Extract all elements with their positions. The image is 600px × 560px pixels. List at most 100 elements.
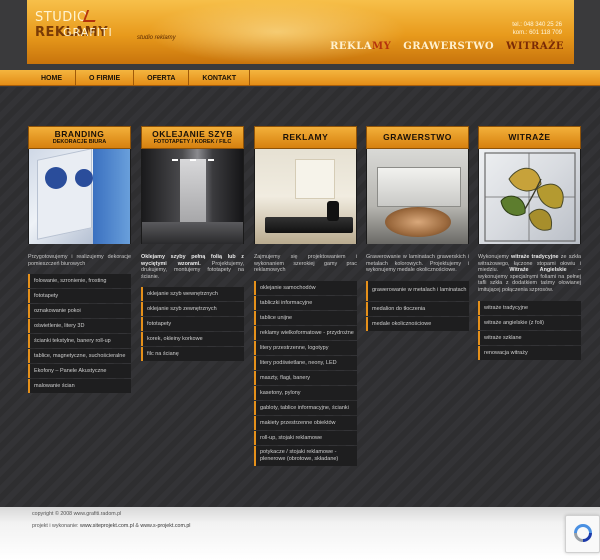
image-logo-circle: [75, 169, 93, 187]
column-list: witraże tradycyjne witraże angielskie (z…: [478, 300, 581, 360]
list-item[interactable]: fototapety: [141, 317, 244, 332]
description-text: Wykonujemy: [478, 254, 512, 260]
image-lamp: [190, 159, 196, 161]
column-list: folowanie, szronienie, frosting fototape…: [28, 274, 131, 394]
oklejanie-szyb-image[interactable]: [141, 149, 244, 244]
header-contact: tel.: 048 340 25 26 kom.: 601 118 709: [512, 21, 562, 37]
column-description: Przygotowujemy i realizujemy dekoracje p…: [28, 254, 131, 267]
column-subtitle: DEKORACJE BIURA: [52, 138, 107, 145]
header-link-reklamy-b: MY: [372, 41, 392, 52]
list-item[interactable]: oklejanie samochodów: [254, 280, 357, 295]
column-header[interactable]: REKLAMY: [254, 126, 357, 149]
footer-link-siteprojekt[interactable]: www.siteprojekt.com.pl: [80, 523, 134, 529]
header-tagline: studio reklamy: [137, 35, 176, 41]
list-item[interactable]: tabliczki informacyjne: [254, 295, 357, 310]
list-item[interactable]: medalion do tłoczenia: [366, 301, 469, 316]
list-item[interactable]: maszty, flagi, banery: [254, 370, 357, 385]
column-list: oklejanie samochodów tabliczki informacy…: [254, 280, 357, 466]
header-link-reklamy[interactable]: REKLAMY: [330, 41, 391, 52]
column-oklejanie-szyb: OKLEJANIE SZYB FOTOTAPETY / KOREK / FILC…: [141, 126, 244, 362]
list-item[interactable]: folowanie, szronienie, frosting: [28, 274, 131, 289]
main-nav: HOME O FIRMIE OFERTA KONTAKT: [27, 70, 251, 86]
image-desk: [265, 217, 353, 233]
nav-oferta[interactable]: OFERTA: [134, 70, 190, 86]
list-item[interactable]: reklamy wielkoformatowe - przydrożne: [254, 325, 357, 340]
column-reklamy: REKLAMY Zajmujemy się projektowaniem i w…: [254, 126, 357, 467]
header-links: REKLAMY GRAWERSTWO WITRAŻE: [330, 41, 564, 52]
column-description: Oklejamy szyby pełną folią lub z wycięty…: [141, 254, 244, 280]
column-description: Zajmujemy się projektowaniem i wykonanie…: [254, 254, 357, 274]
list-item[interactable]: renowacja witraży: [478, 345, 581, 360]
list-item[interactable]: oklejanie szyb zewnętrznych: [141, 302, 244, 317]
list-item[interactable]: litery podświetlane, neony, LED: [254, 355, 357, 370]
image-lamp: [172, 159, 178, 161]
column-list: oklejanie szyb wewnętrznych oklejanie sz…: [141, 287, 244, 362]
list-item[interactable]: litery przestrzenne, logotypy: [254, 340, 357, 355]
list-item[interactable]: kasetony, pylony: [254, 385, 357, 400]
image-disc: [385, 207, 451, 237]
list-item[interactable]: grawerowanie w metalach i laminatach: [366, 280, 469, 301]
image-wall: [295, 159, 335, 199]
site-header: STUDIO REKLAMY GRAFITI studio reklamy te…: [27, 0, 574, 64]
column-header[interactable]: OKLEJANIE SZYB FOTOTAPETY / KOREK / FILC: [141, 126, 244, 149]
header-link-witraze[interactable]: WITRAŻE: [506, 41, 564, 52]
recaptcha-badge[interactable]: [565, 515, 600, 553]
list-item[interactable]: witraże angielskie (z foli): [478, 315, 581, 330]
image-floor: [142, 222, 243, 244]
column-header[interactable]: WITRAŻE: [478, 126, 581, 149]
list-item[interactable]: fototapety: [28, 289, 131, 304]
reklamy-image[interactable]: [254, 149, 357, 244]
logo-grafiti: GRAFITI: [63, 26, 113, 39]
list-item[interactable]: malowanie ścian: [28, 379, 131, 394]
footer-copyright: copyright © 2008 www.grafiti.radom.pl: [32, 511, 122, 517]
contact-phone: tel.: 048 340 25 26: [512, 22, 562, 28]
list-item[interactable]: oświetlenie, litery 3D: [28, 319, 131, 334]
recaptcha-icon: [574, 524, 592, 542]
contact-mobile: kom.: 601 118 709: [512, 30, 562, 36]
header-link-grawerstwo[interactable]: GRAWERSTWO: [403, 41, 494, 52]
list-item[interactable]: oznakowanie pokoi: [28, 304, 131, 319]
list-item[interactable]: medale okolicznościowe: [366, 316, 469, 331]
page: STUDIO REKLAMY GRAFITI studio reklamy te…: [0, 0, 600, 560]
list-item[interactable]: tablice unijne: [254, 310, 357, 325]
list-item[interactable]: korek, okleiny korkowe: [141, 332, 244, 347]
column-title: REKLAMY: [282, 132, 329, 142]
column-grawerstwo: GRAWERSTWO Grawerowanie w laminatach gra…: [366, 126, 469, 332]
list-item[interactable]: filc na ścianę: [141, 347, 244, 362]
list-item[interactable]: oklejanie szyb wewnętrznych: [141, 287, 244, 302]
column-title: OKLEJANIE SZYB: [152, 128, 233, 139]
image-panel: [37, 149, 92, 240]
list-item[interactable]: Ekofony – Panele Akustyczne: [28, 364, 131, 379]
column-header[interactable]: BRANDING DEKORACJE BIURA: [28, 126, 131, 149]
column-title: BRANDING: [54, 128, 105, 139]
list-item[interactable]: roll-up, stojaki reklamowe: [254, 430, 357, 445]
nav-o-firmie[interactable]: O FIRMIE: [76, 70, 135, 86]
footer-link-s-projekt[interactable]: www.s-projekt.com.pl: [140, 523, 190, 529]
list-item[interactable]: gabloty, tablice informacyjne, ścianki: [254, 400, 357, 415]
nav-home[interactable]: HOME: [27, 70, 76, 86]
image-logo-circle: [45, 167, 67, 189]
nav-kontakt[interactable]: KONTAKT: [189, 70, 251, 86]
list-item[interactable]: potykacze / stojaki reklamowe - plenerow…: [254, 445, 357, 466]
header-link-reklamy-a: REKLA: [330, 41, 373, 52]
column-description: Wykonujemy witraże tradycyjne ze szkła w…: [478, 254, 581, 294]
description-bold: witraże tradycyjne: [511, 254, 559, 260]
main-content: BRANDING DEKORACJE BIURA Przygotowujemy …: [0, 87, 600, 507]
column-description: Grawerowanie w laminatach grawerskich i …: [366, 254, 469, 274]
list-item[interactable]: ścianki tekstylne, banery roll-up: [28, 334, 131, 349]
column-header[interactable]: GRAWERSTWO: [366, 126, 469, 149]
main-navbar: HOME O FIRMIE OFERTA KONTAKT: [0, 70, 600, 86]
column-title: GRAWERSTWO: [383, 132, 452, 142]
witraze-image[interactable]: [478, 149, 581, 244]
branding-image[interactable]: [28, 149, 131, 244]
description-bold: Witraże Angielskie: [509, 267, 567, 274]
column-subtitle: FOTOTAPETY / KOREK / FILC: [153, 138, 232, 145]
column-branding: BRANDING DEKORACJE BIURA Przygotowujemy …: [28, 126, 131, 394]
list-item[interactable]: makiety przestrzenne obiektów: [254, 415, 357, 430]
column-witraze: WITRAŻE Wykonujemy witraże tradycyjne ze…: [478, 126, 581, 361]
column-list: grawerowanie w metalach i laminatach med…: [366, 280, 469, 331]
list-item[interactable]: witraże szklane: [478, 330, 581, 345]
grawerstwo-image[interactable]: [366, 149, 469, 244]
list-item[interactable]: tablice, magnetyczne, suchościeralne: [28, 349, 131, 364]
list-item[interactable]: witraże tradycyjne: [478, 300, 581, 315]
